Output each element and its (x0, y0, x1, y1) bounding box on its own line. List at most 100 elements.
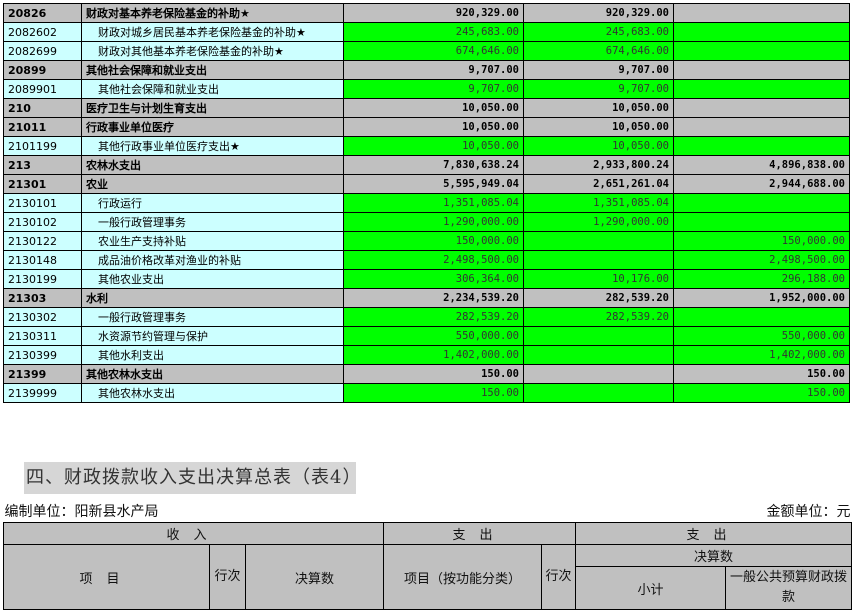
project-cell: 1,952,000.00 (673, 288, 850, 308)
code-cell: 213 (3, 155, 82, 175)
name-cell: 其他社会保障和就业支出 (81, 79, 344, 99)
basic-cell: 674,646.00 (523, 41, 674, 61)
basic-cell (523, 345, 674, 365)
project-cell: 4,896,838.00 (673, 155, 850, 175)
table-row: 2130302 一般行政管理事务 282,539.20 282,539.20 (3, 307, 850, 327)
name-cell: 一般行政管理事务 (81, 307, 344, 327)
total-cell: 2,234,539.20 (343, 288, 524, 308)
name-cell: 其他水利支出 (81, 345, 344, 365)
code-cell: 21303 (3, 288, 82, 308)
name-cell: 财政对其他基本养老保险基金的补助★ (81, 41, 344, 61)
group-row: 21011 行政事业单位医疗 10,050.00 10,050.00 (3, 117, 850, 137)
name-cell: 成品油价格改革对渔业的补贴 (81, 250, 344, 270)
basic-cell: 282,539.20 (523, 307, 674, 327)
code-cell: 2130399 (3, 345, 82, 365)
compiling-unit: 编制单位：阳新县水产局 (4, 504, 159, 520)
budget-table-body: 20826 财政对基本养老保险基金的补助★ 920,329.00 920,329.00… (3, 3, 850, 403)
project-cell: 150,000.00 (673, 231, 850, 251)
code-cell: 2130148 (3, 250, 82, 270)
project-cell (673, 212, 850, 232)
general-budget-header: 一般公共预算财政拨款 (725, 566, 852, 610)
total-cell: 550,000.00 (343, 326, 524, 346)
basic-cell: 282,539.20 (523, 288, 674, 308)
expense-header-2: 支出 (575, 522, 852, 545)
group-row: 210 医疗卫生与计划生育支出 10,050.00 10,050.00 (3, 98, 850, 118)
table-row: 2130102 一般行政管理事务 1,290,000.00 1,290,000.00 (3, 212, 850, 232)
group-row: 20899 其他社会保障和就业支出 9,707.00 9,707.00 (3, 60, 850, 80)
name-cell: 医疗卫生与计划生育支出 (81, 98, 344, 118)
total-cell: 10,050.00 (343, 136, 524, 156)
basic-cell (523, 364, 674, 384)
final-amount-header-2: 决算数 (575, 544, 852, 567)
group-row: 20826 财政对基本养老保险基金的补助★ 920,329.00 920,329.00 (3, 3, 850, 23)
project-cell (673, 193, 850, 213)
code-cell: 2130311 (3, 326, 82, 346)
table-row: 2139999 其他农林水支出 150.00 150.00 (3, 383, 850, 403)
item-header: 项目 (3, 544, 210, 610)
code-cell: 21011 (3, 117, 82, 137)
project-cell (673, 22, 850, 42)
group-row: 21301 农业 5,595,949.04 2,651,261.04 2,944,688… (3, 174, 850, 194)
total-cell: 150.00 (343, 383, 524, 403)
basic-cell (523, 383, 674, 403)
basic-cell: 9,707.00 (523, 60, 674, 80)
basic-cell: 245,683.00 (523, 22, 674, 42)
code-cell: 2082602 (3, 22, 82, 42)
code-cell: 2089901 (3, 79, 82, 99)
name-cell: 农林水支出 (81, 155, 344, 175)
name-cell: 其他农林水支出 (81, 383, 344, 403)
basic-cell: 2,933,800.24 (523, 155, 674, 175)
name-cell: 其他行政事业单位医疗支出★ (81, 136, 344, 156)
project-cell (673, 79, 850, 99)
code-cell: 20899 (3, 60, 82, 80)
name-cell: 其他农林水支出 (81, 364, 344, 384)
group-row: 213 农林水支出 7,830,638.24 2,933,800.24 4,896,83… (3, 155, 850, 175)
total-cell: 306,364.00 (343, 269, 524, 289)
code-cell: 210 (3, 98, 82, 118)
project-cell: 150.00 (673, 383, 850, 403)
section4-title: 四、财政拨款收入支出决算总表（表4） (24, 462, 360, 494)
total-cell: 1,402,000.00 (343, 345, 524, 365)
budget-expenditure-table: 20826 财政对基本养老保险基金的补助★ 920,329.00 920,329.00… (3, 3, 850, 403)
row-no-header-2: 行次 (541, 544, 576, 610)
basic-cell: 9,707.00 (523, 79, 674, 99)
name-cell: 水资源节约管理与保护 (81, 326, 344, 346)
total-cell: 5,595,949.04 (343, 174, 524, 194)
code-cell: 21399 (3, 364, 82, 384)
project-cell: 2,498,500.00 (673, 250, 850, 270)
name-cell: 农业 (81, 174, 344, 194)
project-cell: 150.00 (673, 364, 850, 384)
total-cell: 10,050.00 (343, 98, 524, 118)
expense-header: 支出 (383, 522, 576, 545)
code-cell: 2139999 (3, 383, 82, 403)
name-cell: 一般行政管理事务 (81, 212, 344, 232)
code-cell: 2130122 (3, 231, 82, 251)
basic-cell: 10,050.00 (523, 98, 674, 118)
income-header: 收入 (3, 522, 384, 545)
code-cell: 2082699 (3, 41, 82, 61)
project-cell (673, 98, 850, 118)
total-cell: 150,000.00 (343, 231, 524, 251)
final-amount-header: 决算数 (245, 544, 384, 610)
project-cell: 296,188.00 (673, 269, 850, 289)
total-cell: 150.00 (343, 364, 524, 384)
amount-unit: 金额单位：元 (766, 504, 851, 520)
project-cell: 550,000.00 (673, 326, 850, 346)
total-cell: 7,830,638.24 (343, 155, 524, 175)
total-cell: 2,498,500.00 (343, 250, 524, 270)
group-row: 21399 其他农林水支出 150.00 150.00 (3, 364, 850, 384)
project-cell: 2,944,688.00 (673, 174, 850, 194)
total-cell: 282,539.20 (343, 307, 524, 327)
table-row: 2130101 行政运行 1,351,085.04 1,351,085.04 (3, 193, 850, 213)
name-cell: 财政对基本养老保险基金的补助★ (81, 3, 344, 23)
subtotal-header: 小计 (575, 566, 726, 610)
total-cell: 10,050.00 (343, 117, 524, 137)
basic-cell: 1,290,000.00 (523, 212, 674, 232)
basic-cell: 10,176.00 (523, 269, 674, 289)
total-cell: 245,683.00 (343, 22, 524, 42)
project-cell (673, 41, 850, 61)
name-cell: 行政事业单位医疗 (81, 117, 344, 137)
project-cell (673, 136, 850, 156)
basic-cell: 10,050.00 (523, 117, 674, 137)
row-no-header: 行次 (209, 544, 246, 610)
